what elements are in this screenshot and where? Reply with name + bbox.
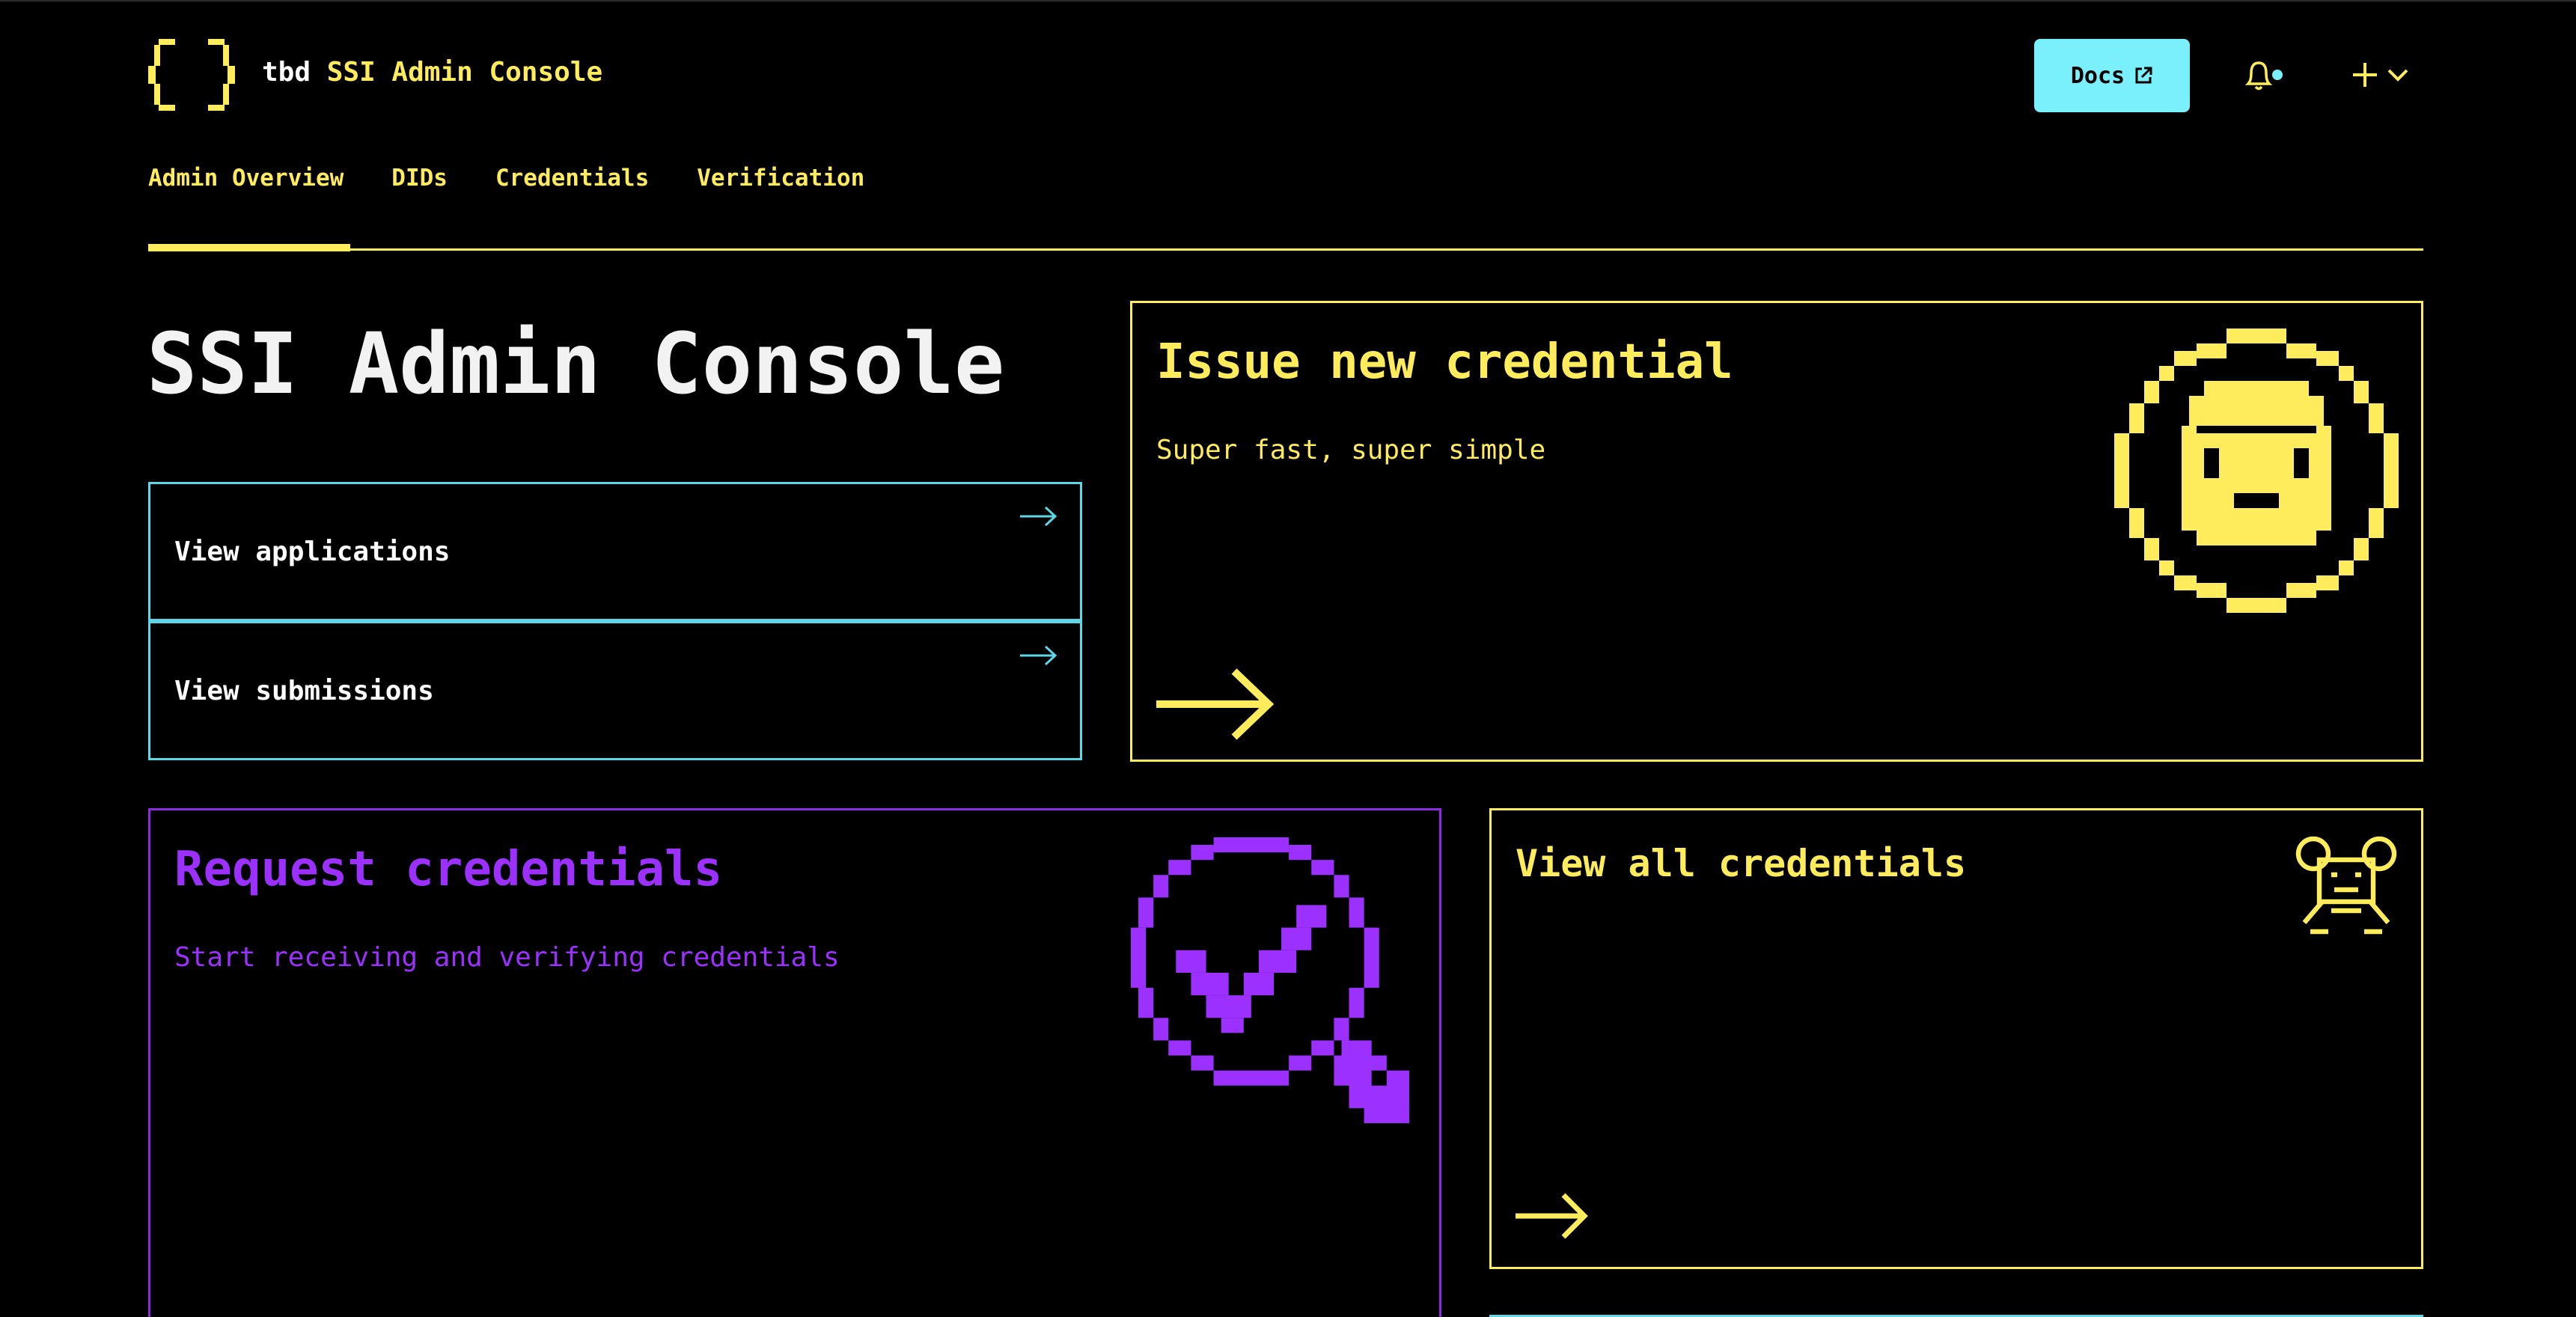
docs-button[interactable]: Docs xyxy=(2034,39,2190,112)
bell-icon[interactable] xyxy=(2242,57,2286,93)
arrow-right-icon xyxy=(1156,668,1275,740)
view-all-card-title: View all credentials xyxy=(1516,842,1967,885)
docs-label: Docs xyxy=(2070,62,2125,89)
pixel-check-magnifier-icon xyxy=(1131,837,1409,1123)
issue-card-title: Issue new credential xyxy=(1156,334,1733,390)
arrow-right-icon xyxy=(1020,645,1057,666)
page: tbd SSI Admin Console Docs Admin Overvie… xyxy=(0,0,2576,1317)
tab-active-indicator xyxy=(148,244,350,251)
view-applications-label: View applications xyxy=(174,537,451,567)
page-title: SSI Admin Console xyxy=(147,316,1005,413)
tab-verification[interactable]: Verification xyxy=(697,165,864,192)
pixel-characters-icon xyxy=(2295,836,2397,935)
request-credentials-card[interactable]: Request credentials Start receiving and … xyxy=(148,808,1441,1317)
brand-prefix: tbd xyxy=(262,57,311,88)
view-all-credentials-card[interactable]: View all credentials xyxy=(1489,808,2423,1269)
brand-name: SSI Admin Console xyxy=(326,57,603,88)
tab-admin-overview[interactable]: Admin Overview xyxy=(148,165,344,192)
arrow-right-icon xyxy=(1020,506,1057,527)
tab-credentials[interactable]: Credentials xyxy=(495,165,649,192)
view-applications-link[interactable]: View applications xyxy=(148,482,1082,621)
notification-dot-icon xyxy=(2272,70,2283,80)
plus-icon[interactable] xyxy=(2350,57,2425,93)
request-card-title: Request credentials xyxy=(174,842,723,897)
issue-card-subtitle: Super fast, super simple xyxy=(1156,435,1546,465)
arrow-right-icon xyxy=(1516,1193,1588,1239)
brand-title[interactable]: tbd SSI Admin Console xyxy=(262,57,602,88)
issue-credential-card[interactable]: Issue new credential Super fast, super s… xyxy=(1130,301,2423,762)
tab-divider xyxy=(148,248,2423,251)
pixel-face-badge-icon xyxy=(2114,329,2399,613)
tab-dids[interactable]: DIDs xyxy=(391,165,448,192)
chevron-down-icon xyxy=(2387,69,2408,82)
nav-tabs: Admin Overview DIDs Credentials Verifica… xyxy=(148,165,912,192)
external-link-icon xyxy=(2135,67,2152,84)
view-submissions-link[interactable]: View submissions xyxy=(148,621,1082,760)
braces-logo-icon[interactable] xyxy=(147,39,236,111)
request-card-subtitle: Start receiving and verifying credential… xyxy=(174,942,840,973)
view-submissions-label: View submissions xyxy=(174,676,434,706)
